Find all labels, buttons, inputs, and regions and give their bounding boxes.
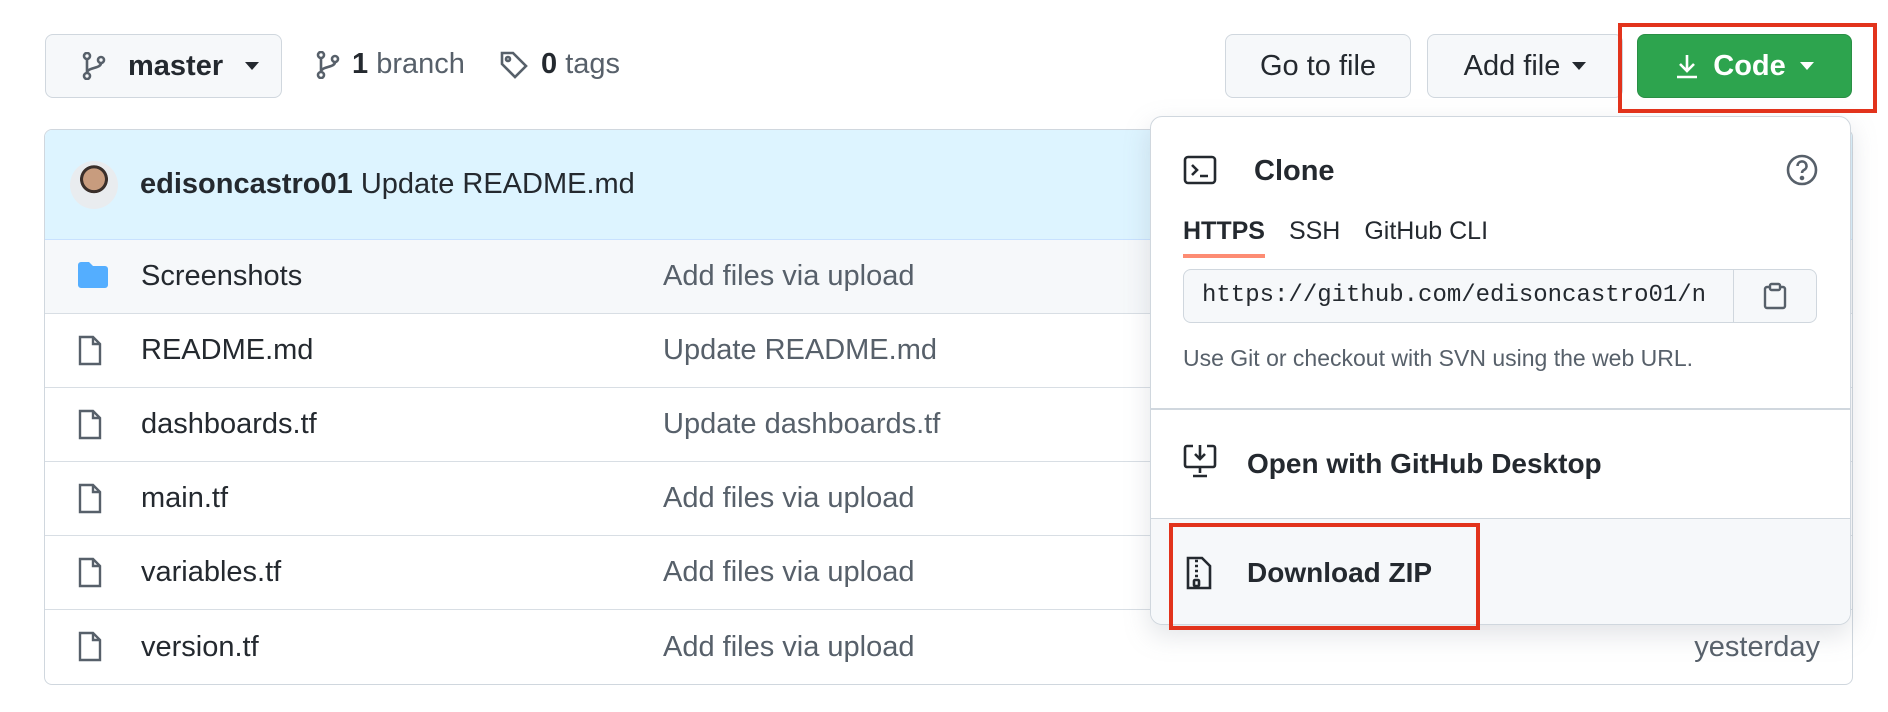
file-name[interactable]: dashboards.tf xyxy=(141,408,317,441)
git-branch-icon xyxy=(316,50,340,79)
code-dropdown-panel: Clone HTTPS SSH GitHub CLI https://githu… xyxy=(1150,116,1851,625)
file-name[interactable]: version.tf xyxy=(141,631,259,664)
add-file-button[interactable]: Add file xyxy=(1427,34,1623,98)
file-commit-message[interactable]: Update dashboards.tf xyxy=(663,408,940,441)
copy-url-button[interactable] xyxy=(1733,270,1816,322)
code-button[interactable]: Code xyxy=(1637,34,1852,98)
add-file-label: Add file xyxy=(1463,49,1561,82)
open-with-desktop-label: Open with GitHub Desktop xyxy=(1247,447,1602,479)
clone-url-group: https://github.com/edisoncastro01/n xyxy=(1183,269,1817,323)
open-with-desktop-item[interactable]: Open with GitHub Desktop xyxy=(1151,409,1850,518)
git-branch-icon xyxy=(82,52,106,80)
folder-icon xyxy=(77,261,109,289)
tab-https[interactable]: HTTPS xyxy=(1183,217,1265,258)
code-label: Code xyxy=(1713,49,1786,82)
clone-title: Clone xyxy=(1254,155,1335,187)
clone-hint: Use Git or checkout with SVN using the w… xyxy=(1183,345,1694,371)
file-name[interactable]: variables.tf xyxy=(141,556,281,589)
tab-github-cli[interactable]: GitHub CLI xyxy=(1364,217,1488,258)
file-commit-message[interactable]: Add files via upload xyxy=(663,556,915,589)
terminal-icon xyxy=(1183,155,1217,185)
file-icon xyxy=(77,557,103,589)
file-age: yesterday xyxy=(1694,630,1820,663)
clipboard-icon xyxy=(1763,282,1787,310)
download-zip-item[interactable]: Download ZIP xyxy=(1151,518,1850,624)
chevron-down-icon xyxy=(1572,62,1587,70)
branch-selector-button[interactable]: master xyxy=(45,34,282,98)
tab-ssh[interactable]: SSH xyxy=(1289,217,1340,258)
file-zip-icon xyxy=(1185,555,1213,591)
branches-link[interactable]: 1 branch xyxy=(316,48,465,81)
clone-protocol-tabs: HTTPS SSH GitHub CLI xyxy=(1183,217,1488,258)
file-icon xyxy=(77,483,103,515)
file-commit-message[interactable]: Update README.md xyxy=(663,334,937,367)
help-icon[interactable] xyxy=(1785,153,1819,187)
file-commit-message[interactable]: Add files via upload xyxy=(663,482,915,515)
commit-message[interactable]: Update README.md xyxy=(361,168,635,200)
go-to-file-label: Go to file xyxy=(1259,49,1377,82)
file-commit-message[interactable]: Add files via upload xyxy=(663,631,915,664)
file-name[interactable]: Screenshots xyxy=(141,260,302,293)
branch-name: master xyxy=(128,49,224,82)
clone-url-input[interactable]: https://github.com/edisoncastro01/n xyxy=(1184,270,1733,322)
file-commit-message[interactable]: Add files via upload xyxy=(663,260,915,293)
desktop-download-icon xyxy=(1183,443,1217,479)
avatar[interactable] xyxy=(70,160,118,209)
branch-count: 1 xyxy=(352,48,369,80)
file-icon xyxy=(77,631,103,663)
go-to-file-button[interactable]: Go to file xyxy=(1225,34,1411,98)
tag-count: 0 xyxy=(541,48,558,80)
branch-label: branch xyxy=(376,48,465,80)
chevron-down-icon xyxy=(245,62,260,70)
chevron-down-icon xyxy=(1799,62,1814,70)
tag-icon xyxy=(499,50,529,80)
file-name[interactable]: main.tf xyxy=(141,482,228,515)
download-icon xyxy=(1675,53,1699,79)
file-name[interactable]: README.md xyxy=(141,334,313,367)
tag-label: tags xyxy=(565,48,621,80)
file-icon xyxy=(77,335,103,367)
commit-author[interactable]: edisoncastro01 xyxy=(140,168,353,200)
file-icon xyxy=(77,409,103,441)
tags-link[interactable]: 0 tags xyxy=(499,48,620,81)
download-zip-label: Download ZIP xyxy=(1247,557,1433,588)
